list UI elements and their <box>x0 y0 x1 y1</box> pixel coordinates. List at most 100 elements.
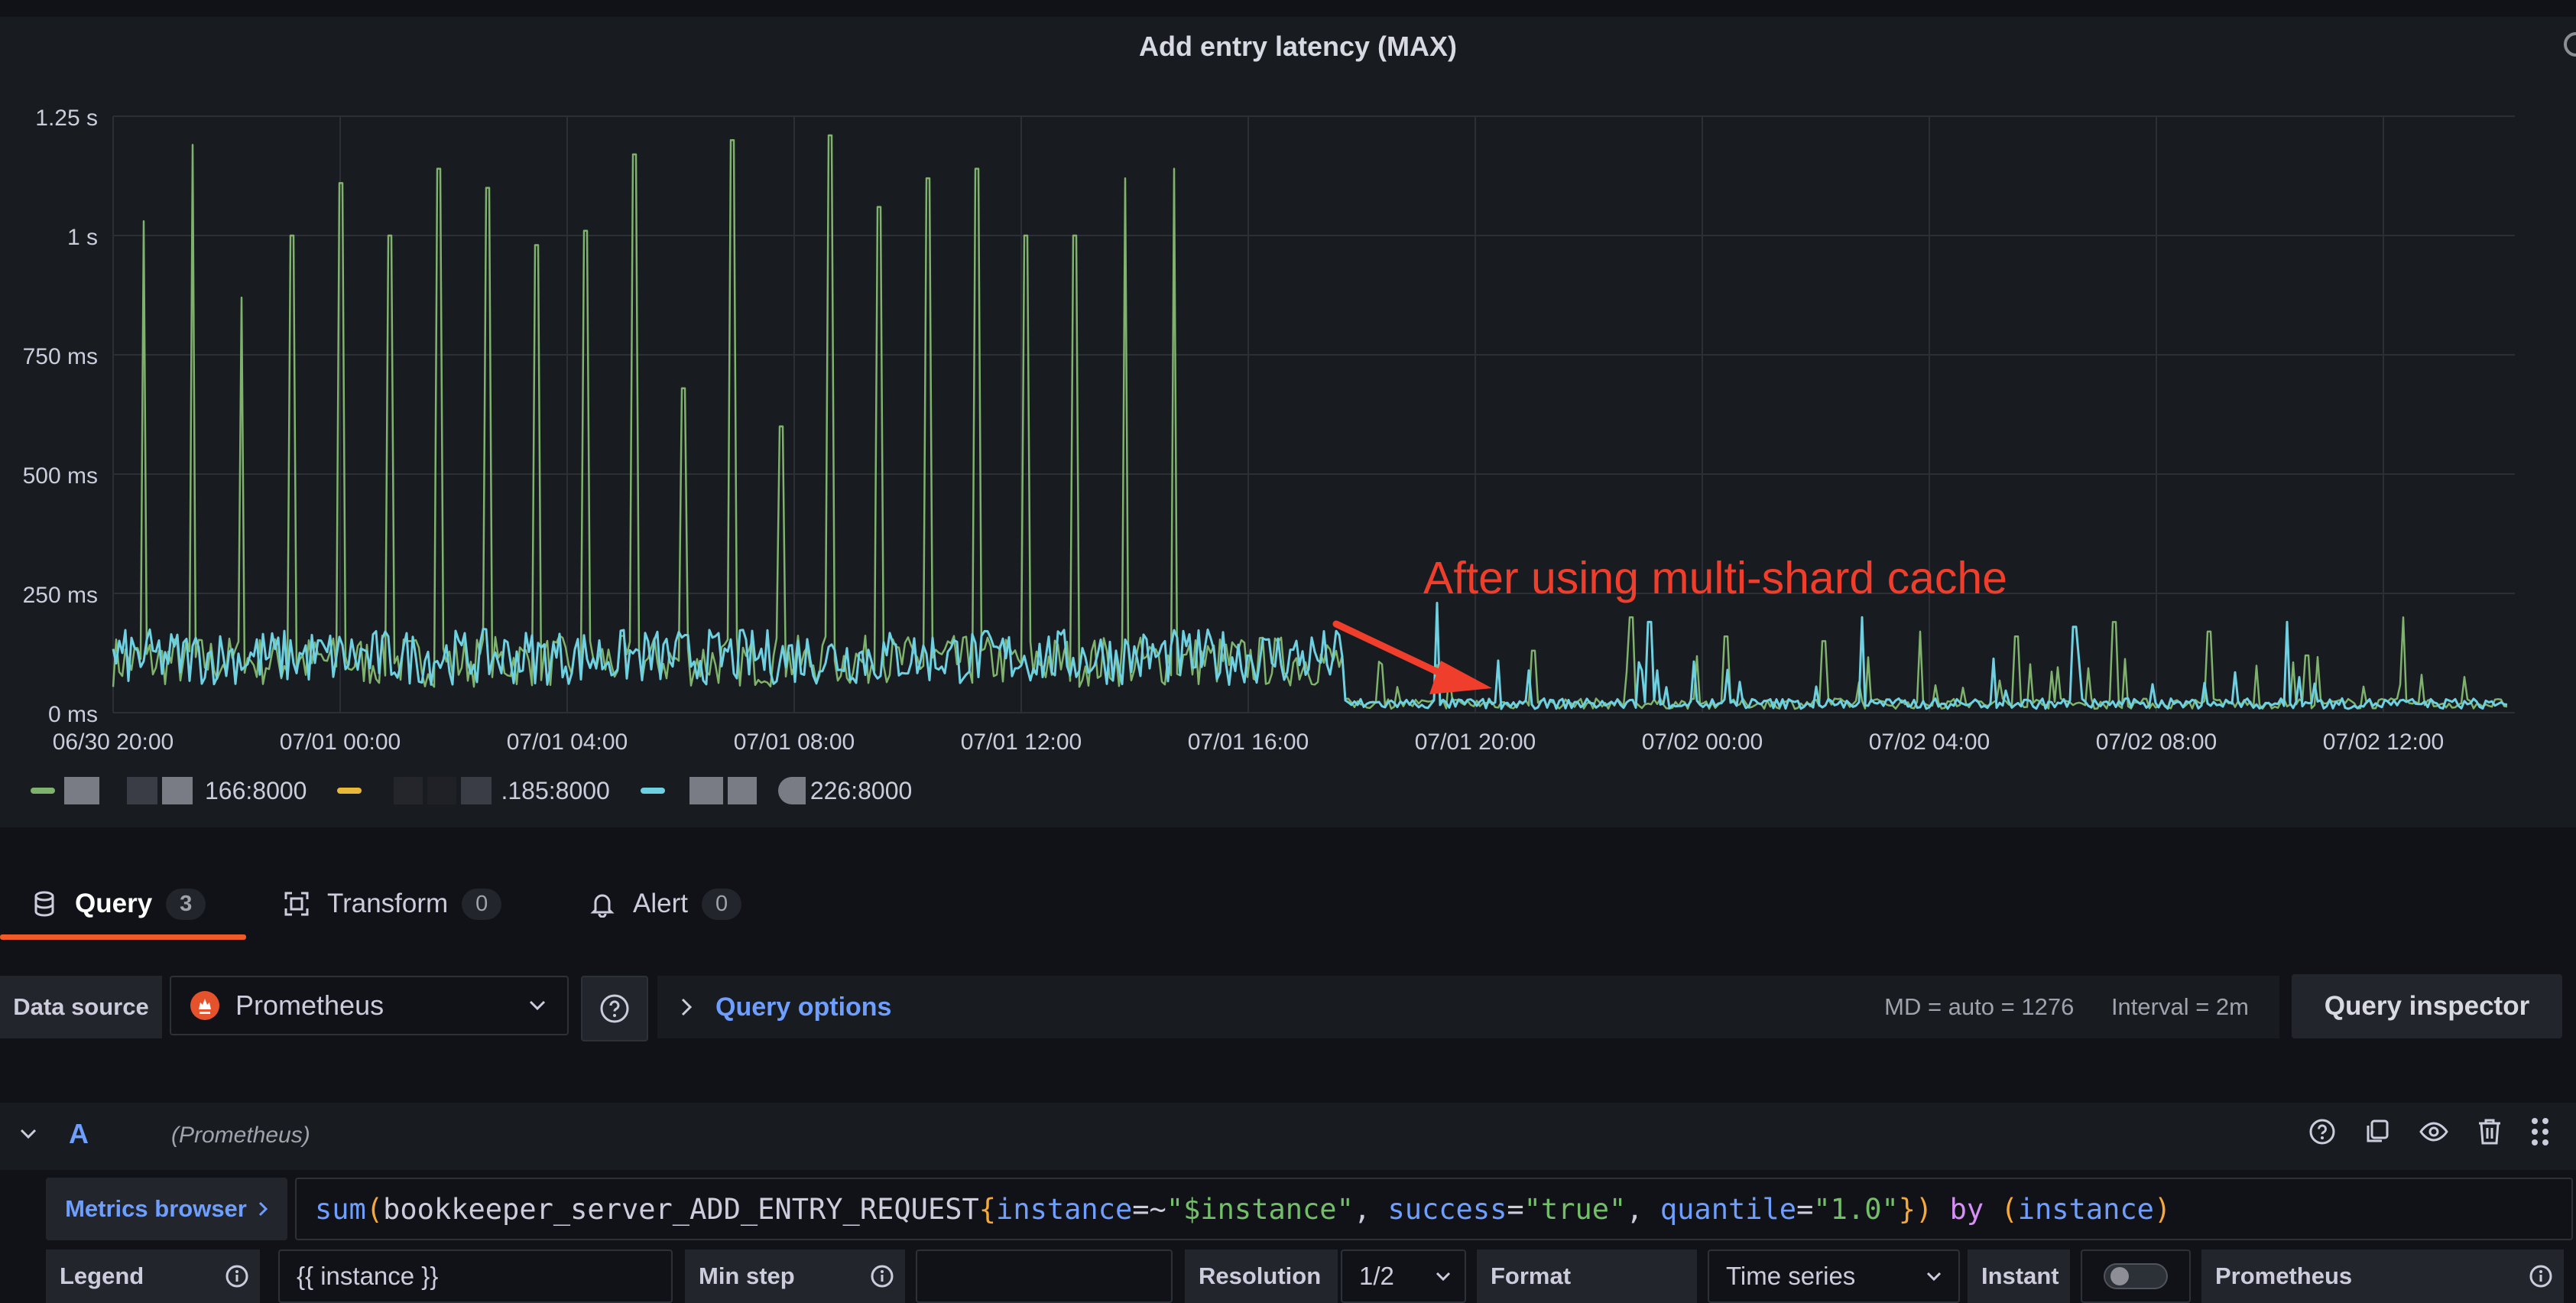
q-label: success <box>1387 1192 1507 1226</box>
tab-label: Alert <box>633 889 688 918</box>
collapse-chevron-icon[interactable] <box>18 1127 38 1141</box>
instant-toggle[interactable] <box>2081 1249 2191 1303</box>
query-row-header <box>0 1103 2576 1170</box>
chart-legend: 166:8000 .185:8000 226:8000 <box>31 772 942 809</box>
max-data-points: MD = auto = 1276 <box>1884 993 2075 1020</box>
query-inspector-button[interactable]: Query inspector <box>2292 974 2562 1038</box>
tab-label: Query <box>75 889 153 918</box>
redacted-block <box>64 777 99 804</box>
duplicate-icon[interactable] <box>2363 1118 2391 1145</box>
x-axis-ticks: 06/30 20:00 07/01 00:00 07/01 04:00 07/01 0… <box>53 729 2444 755</box>
bell-icon <box>590 894 615 918</box>
instant-label: Instant <box>1968 1249 2070 1303</box>
exemplars-text: Prometheus <box>2215 1262 2353 1289</box>
panel-top-border <box>0 0 2576 17</box>
query-datasource-name: (Prometheus) <box>171 1123 310 1148</box>
chevron-down-icon <box>529 1000 546 1011</box>
resolution-select[interactable]: 1/2 <box>1341 1249 1466 1303</box>
q-op: = <box>1507 1192 1524 1226</box>
chevron-right-icon <box>258 1201 268 1217</box>
q-value: "$instance" <box>1166 1192 1354 1226</box>
redacted-block <box>127 777 157 804</box>
prometheus-icon <box>190 991 219 1020</box>
y-tick-label: 1 s <box>67 225 98 250</box>
metrics-browser-label: Metrics browser <box>65 1195 247 1222</box>
info-icon[interactable] <box>2529 1264 2553 1288</box>
active-tab-indicator <box>0 934 246 940</box>
info-icon[interactable] <box>225 1264 249 1288</box>
x-tick-label: 06/30 20:00 <box>53 729 174 755</box>
metrics-browser-button[interactable]: Metrics browser <box>46 1178 287 1240</box>
q-function: sum <box>315 1192 366 1226</box>
legend-label: 226:8000 <box>809 776 913 804</box>
tab-query[interactable]: Query 3 <box>31 879 206 928</box>
tab-alert[interactable]: Alert 0 <box>589 879 742 928</box>
q-label: instance <box>996 1192 1133 1226</box>
y-tick-label: 250 ms <box>23 583 98 608</box>
chart-series <box>112 134 2508 710</box>
refresh-icon[interactable] <box>2556 29 2576 63</box>
redacted-block <box>394 777 423 804</box>
x-tick-label: 07/02 08:00 <box>2096 729 2217 755</box>
drag-handle-icon[interactable] <box>2530 1116 2550 1147</box>
legend-item-185[interactable]: .185:8000 <box>337 776 610 805</box>
redacted-block <box>777 777 806 804</box>
q-metric: bookkeeper_server_ADD_ENTRY_REQUEST <box>383 1192 979 1226</box>
x-tick-label: 07/01 12:00 <box>961 729 1082 755</box>
min-step-label: Min step <box>685 1249 905 1303</box>
legend-item-166[interactable]: 166:8000 <box>31 777 307 805</box>
legend-swatch-yellow <box>337 788 362 794</box>
format-select[interactable]: Time series <box>1708 1249 1960 1303</box>
datasource-picker[interactable]: Prometheus <box>170 976 569 1035</box>
panel-title[interactable]: Add entry latency (MAX) <box>0 31 2576 63</box>
time-series-chart[interactable]: 0 ms 250 ms 500 ms 750 ms 1 s 1.25 s 06/30 20… <box>0 84 2576 772</box>
trash-icon[interactable] <box>2477 1117 2503 1146</box>
help-icon[interactable] <box>2308 1118 2336 1145</box>
query-ref-id[interactable]: A <box>69 1118 89 1150</box>
datasource-value: Prometheus <box>235 989 384 1021</box>
q-value: "true" <box>1523 1192 1627 1226</box>
q-value: "1.0" <box>1813 1192 1899 1226</box>
info-icon[interactable] <box>870 1264 894 1288</box>
datasource-help-button[interactable] <box>581 976 648 1041</box>
eye-icon[interactable] <box>2419 1118 2449 1145</box>
x-tick-label: 07/02 12:00 <box>2323 729 2444 755</box>
series-line-blue[interactable] <box>112 602 2508 710</box>
y-axis-ticks: 0 ms 250 ms 500 ms 750 ms 1 s 1.25 s <box>23 106 98 727</box>
redacted-block <box>427 777 457 804</box>
chevron-down-icon <box>1926 1272 1942 1282</box>
redacted-block <box>727 777 757 804</box>
exemplars-label: Prometheus <box>2201 1249 2564 1303</box>
x-tick-label: 07/02 04:00 <box>1869 729 1990 755</box>
redacted-block <box>689 777 723 804</box>
format-label: Format <box>1477 1249 1697 1303</box>
toggle-switch-icon <box>2104 1263 2168 1289</box>
help-icon <box>600 994 629 1023</box>
min-step-input[interactable] <box>916 1249 1173 1303</box>
y-tick-label: 750 ms <box>23 344 98 369</box>
annotation-text: After using multi-shard cache <box>1423 553 2007 603</box>
y-tick-label: 500 ms <box>23 463 98 489</box>
promql-query-input[interactable]: sum(bookkeeper_server_ADD_ENTRY_REQUEST{… <box>295 1178 2573 1240</box>
chart-grid <box>112 115 2515 713</box>
query-row-actions <box>2308 1116 2550 1147</box>
series-line-green[interactable] <box>112 134 2508 710</box>
x-tick-label: 07/01 16:00 <box>1188 729 1309 755</box>
legend-format-input[interactable]: {{ instance }} <box>278 1249 673 1303</box>
x-tick-label: 07/01 20:00 <box>1415 729 1536 755</box>
q-op: =~ <box>1132 1192 1166 1226</box>
query-options-summary: MD = auto = 1276 Interval = 2m <box>1884 993 2249 1021</box>
resolution-label: Resolution <box>1185 1249 1338 1303</box>
legend-label: .185:8000 <box>501 776 610 804</box>
tab-transform[interactable]: Transform 0 <box>283 879 502 928</box>
annotation-arrow <box>1332 620 1492 694</box>
query-options-bar[interactable]: Query options MD = auto = 1276 Interval … <box>657 976 2279 1038</box>
x-tick-label: 07/02 00:00 <box>1642 729 1763 755</box>
query-options-title[interactable]: Query options <box>715 993 891 1022</box>
transform-icon <box>284 892 309 916</box>
legend-swatch-green <box>31 788 55 794</box>
y-tick-label: 1.25 s <box>35 106 98 131</box>
format-value: Time series <box>1726 1262 1856 1290</box>
resolution-value: 1/2 <box>1359 1262 1394 1290</box>
legend-item-226[interactable]: 226:8000 <box>640 776 913 805</box>
